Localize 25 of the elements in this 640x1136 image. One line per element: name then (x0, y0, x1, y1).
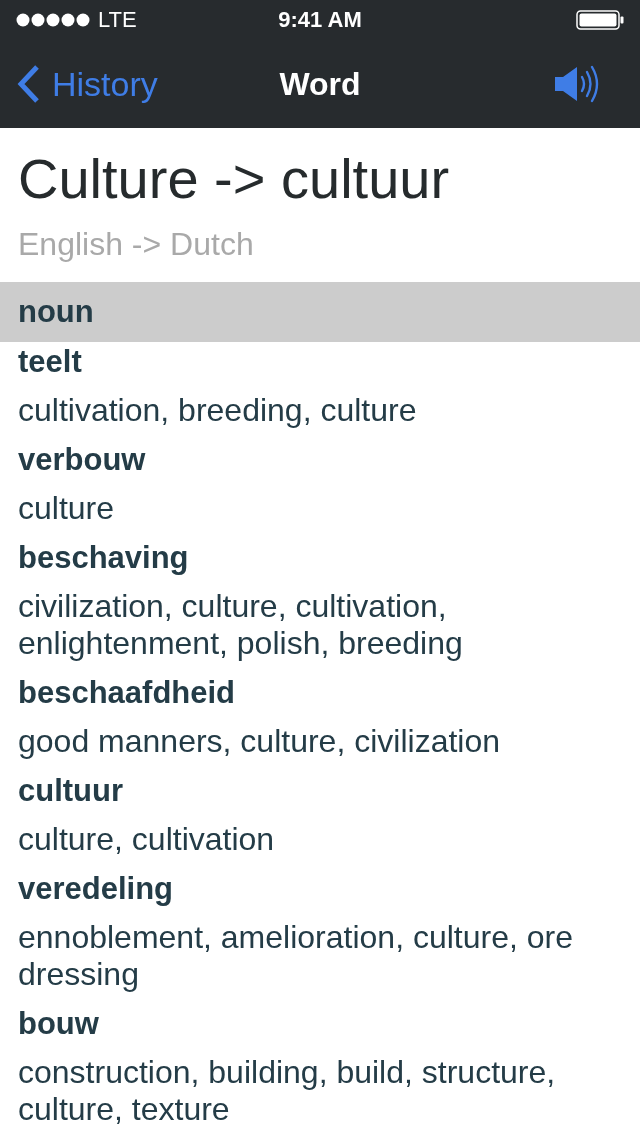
signal-strength-icon (16, 13, 90, 27)
translation-text: cultivation, breeding, culture (18, 392, 418, 429)
translation-text: culture (18, 490, 116, 527)
headword: bouw (18, 1005, 100, 1043)
headword: verbouw (18, 441, 147, 479)
back-chevron-icon (16, 64, 40, 104)
back-button[interactable]: History (16, 64, 158, 104)
part-of-speech: noun (18, 293, 94, 331)
translation-text: good manners, culture, civilization (18, 723, 501, 760)
language-pair: English -> Dutch (18, 225, 255, 264)
battery-icon (576, 10, 624, 30)
speaker-icon[interactable] (554, 65, 600, 103)
carrier-label: LTE (98, 8, 137, 32)
status-time: 9:41 AM (278, 8, 362, 32)
translation-text: ennoblement, amelioration, culture, ore dressing (18, 919, 574, 993)
word-pair-title: Culture -> cultuur (18, 146, 451, 212)
headword: beschaafdheid (18, 674, 237, 712)
translation-text: civilization, culture, cultivation, enlightenment, polish, breeding (18, 588, 464, 662)
headword: teelt (18, 343, 83, 381)
headword: veredeling (18, 870, 175, 908)
nav-title: Word (279, 65, 361, 104)
translation-text: culture, cultivation (18, 821, 276, 858)
translation-text: construction, building, build, structure, culture, texture (18, 1054, 557, 1128)
headword: beschaving (18, 539, 190, 577)
headword: cultuur (18, 772, 125, 810)
